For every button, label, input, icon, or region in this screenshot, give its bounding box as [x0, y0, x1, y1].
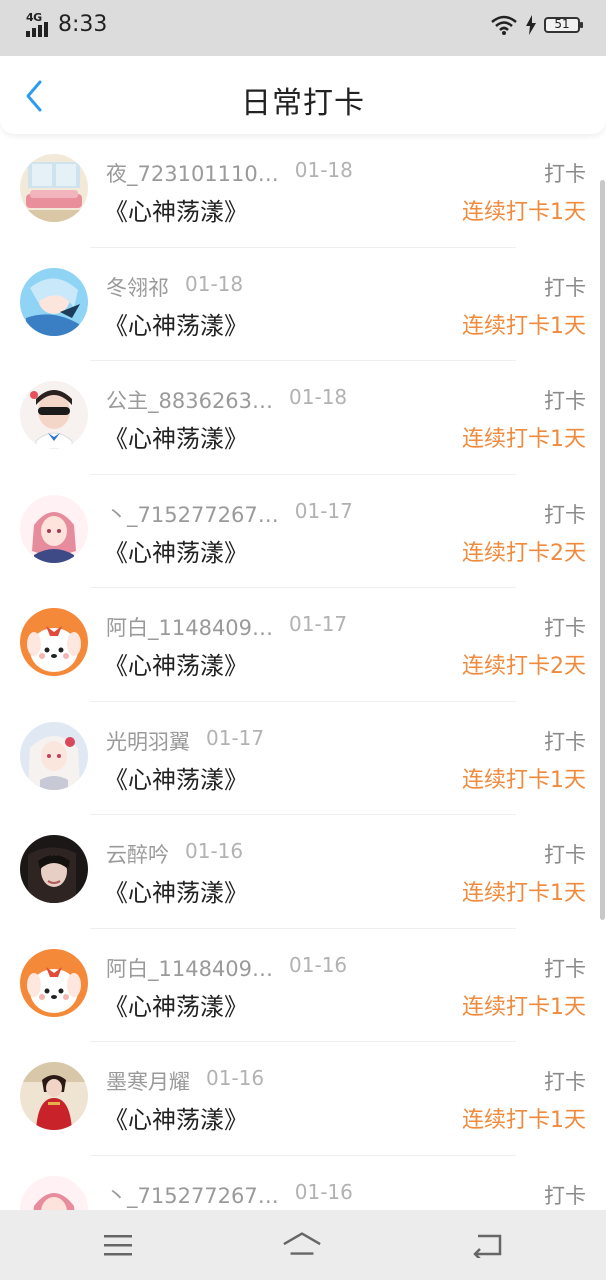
menu-icon — [104, 1235, 132, 1256]
book-title[interactable]: 《心神荡漾》 — [104, 419, 248, 454]
signal-icon: 4G — [26, 11, 52, 37]
book-title[interactable]: 《心神荡漾》 — [104, 306, 248, 341]
user-name[interactable]: 夜_723101110… — [106, 158, 279, 188]
home-button[interactable] — [282, 1228, 322, 1262]
list-item[interactable]: 云醉吟 01-16 《心神荡漾》 打卡连续打卡1天 — [0, 815, 606, 929]
list-item[interactable]: 冬翎祁 01-18 《心神荡漾》 打卡连续打卡1天 — [0, 248, 606, 361]
book-title[interactable]: 《心神荡漾》 — [104, 646, 248, 681]
avatar[interactable] — [20, 608, 88, 676]
checkin-date: 01-17 — [206, 725, 265, 750]
battery-icon: 51 — [544, 17, 583, 33]
checkin-label: 打卡 — [544, 502, 586, 527]
checkin-list: 夜_723101110… 01-18 《心神荡漾》 打卡 连续打卡1天 冬翎祁 01-18 《… — [0, 134, 606, 1210]
battery-level: 51 — [554, 17, 570, 31]
system-nav-bar — [0, 1210, 606, 1280]
back-icon — [473, 1234, 502, 1258]
checkin-label: 打卡 — [544, 162, 586, 186]
avatar[interactable] — [20, 1062, 88, 1130]
avatar[interactable] — [20, 721, 88, 790]
checkin-date: 01-16 — [185, 839, 244, 863]
checkin-label: 打卡 — [544, 389, 586, 413]
home-icon — [283, 1232, 321, 1255]
user-name[interactable]: 云醉吟 — [106, 839, 169, 869]
avatar[interactable] — [20, 835, 88, 903]
streak-label: 连续打卡1天 — [462, 881, 586, 906]
checkin-date: 01-18 — [289, 385, 348, 409]
streak-label: 连续打卡1天 — [462, 994, 586, 1020]
streak-label: 连续打卡2天 — [462, 654, 586, 679]
avatar[interactable] — [20, 948, 88, 1017]
checkin-date: 01-17 — [289, 612, 348, 636]
book-title[interactable]: 《心神荡漾》 — [104, 192, 248, 227]
wifi-icon — [491, 15, 517, 35]
book-title[interactable]: 《心神荡漾》 — [104, 1100, 248, 1135]
streak-label: 连续打卡2天 — [462, 540, 586, 566]
list-item[interactable]: 阿白_1148409… 01-16 《心神荡漾》 打卡连续打卡1天 — [0, 929, 606, 1042]
checkin-date: 01-16 — [294, 1179, 353, 1204]
checkin-date: 01-16 — [289, 952, 348, 977]
clock: 8:33 — [58, 12, 108, 37]
checkin-label: 打卡 — [544, 1183, 586, 1208]
list-item[interactable]: 光明羽翼 01-17 《心神荡漾》 打卡连续打卡1天 — [0, 702, 606, 815]
system-back-button[interactable] — [468, 1228, 508, 1262]
checkin-label: 打卡 — [544, 1070, 586, 1094]
list-item[interactable]: 公主_8836263… 01-18 《心神荡漾》 打卡连续打卡1天 — [0, 361, 606, 475]
checkin-label: 打卡 — [544, 956, 586, 981]
streak-label: 连续打卡1天 — [462, 313, 586, 339]
avatar[interactable] — [20, 267, 88, 336]
avatar[interactable] — [20, 494, 88, 563]
book-title[interactable]: 《心神荡漾》 — [104, 873, 248, 908]
streak-label: 连续打卡1天 — [462, 1108, 586, 1133]
user-name[interactable]: 冬翎祁 — [106, 272, 169, 302]
avatar[interactable] — [20, 154, 88, 222]
streak-label: 连续打卡1天 — [462, 767, 586, 793]
book-title[interactable]: 《心神荡漾》 — [104, 760, 248, 795]
list-item[interactable]: 丶_715277267… 01-17 《心神荡漾》 打卡连续打卡2天 — [0, 475, 606, 588]
header: 日常打卡 — [0, 56, 606, 134]
streak-label: 连续打卡1天 — [462, 200, 586, 225]
scrollbar[interactable] — [600, 180, 605, 920]
book-title[interactable]: 《心神荡漾》 — [104, 533, 248, 568]
checkin-label: 打卡 — [544, 616, 586, 640]
list-item[interactable]: 墨寒月耀 01-16 《心神荡漾》 打卡连续打卡1天 — [0, 1042, 606, 1156]
list-item[interactable]: 夜_723101110… 01-18 《心神荡漾》 打卡连续打卡1天 — [0, 134, 606, 248]
page-title: 日常打卡 — [241, 86, 365, 121]
user-name[interactable]: 丶_715277267… — [106, 499, 279, 529]
book-title[interactable]: 《心神荡漾》 — [104, 987, 248, 1022]
user-name[interactable]: 丶_715277267… — [106, 1180, 279, 1210]
avatar[interactable] — [20, 381, 88, 449]
charging-icon — [526, 15, 536, 35]
user-name[interactable]: 光明羽翼 — [106, 726, 190, 756]
checkin-label: 打卡 — [544, 729, 586, 754]
checkin-label: 打卡 — [544, 843, 586, 867]
user-name[interactable]: 公主_8836263… — [106, 385, 273, 415]
avatar[interactable] — [20, 1175, 88, 1210]
user-name[interactable]: 阿白_1148409… — [106, 612, 273, 642]
user-name[interactable]: 墨寒月耀 — [106, 1066, 190, 1096]
menu-button[interactable] — [98, 1228, 138, 1262]
status-bar: 4G 8:33 51 — [0, 0, 606, 56]
checkin-date: 01-18 — [185, 271, 244, 296]
streak-label: 连续打卡1天 — [462, 427, 586, 452]
checkin-date: 01-17 — [294, 498, 353, 523]
checkin-date: 01-16 — [206, 1066, 265, 1090]
checkin-label: 打卡 — [544, 275, 586, 300]
list-item[interactable]: 阿白_1148409… 01-17 《心神荡漾》 打卡连续打卡2天 — [0, 588, 606, 702]
list-item[interactable]: 丶_715277267… 01-16 打卡 — [0, 1156, 606, 1210]
checkin-date: 01-18 — [294, 158, 353, 182]
user-name[interactable]: 阿白_1148409… — [106, 953, 273, 983]
